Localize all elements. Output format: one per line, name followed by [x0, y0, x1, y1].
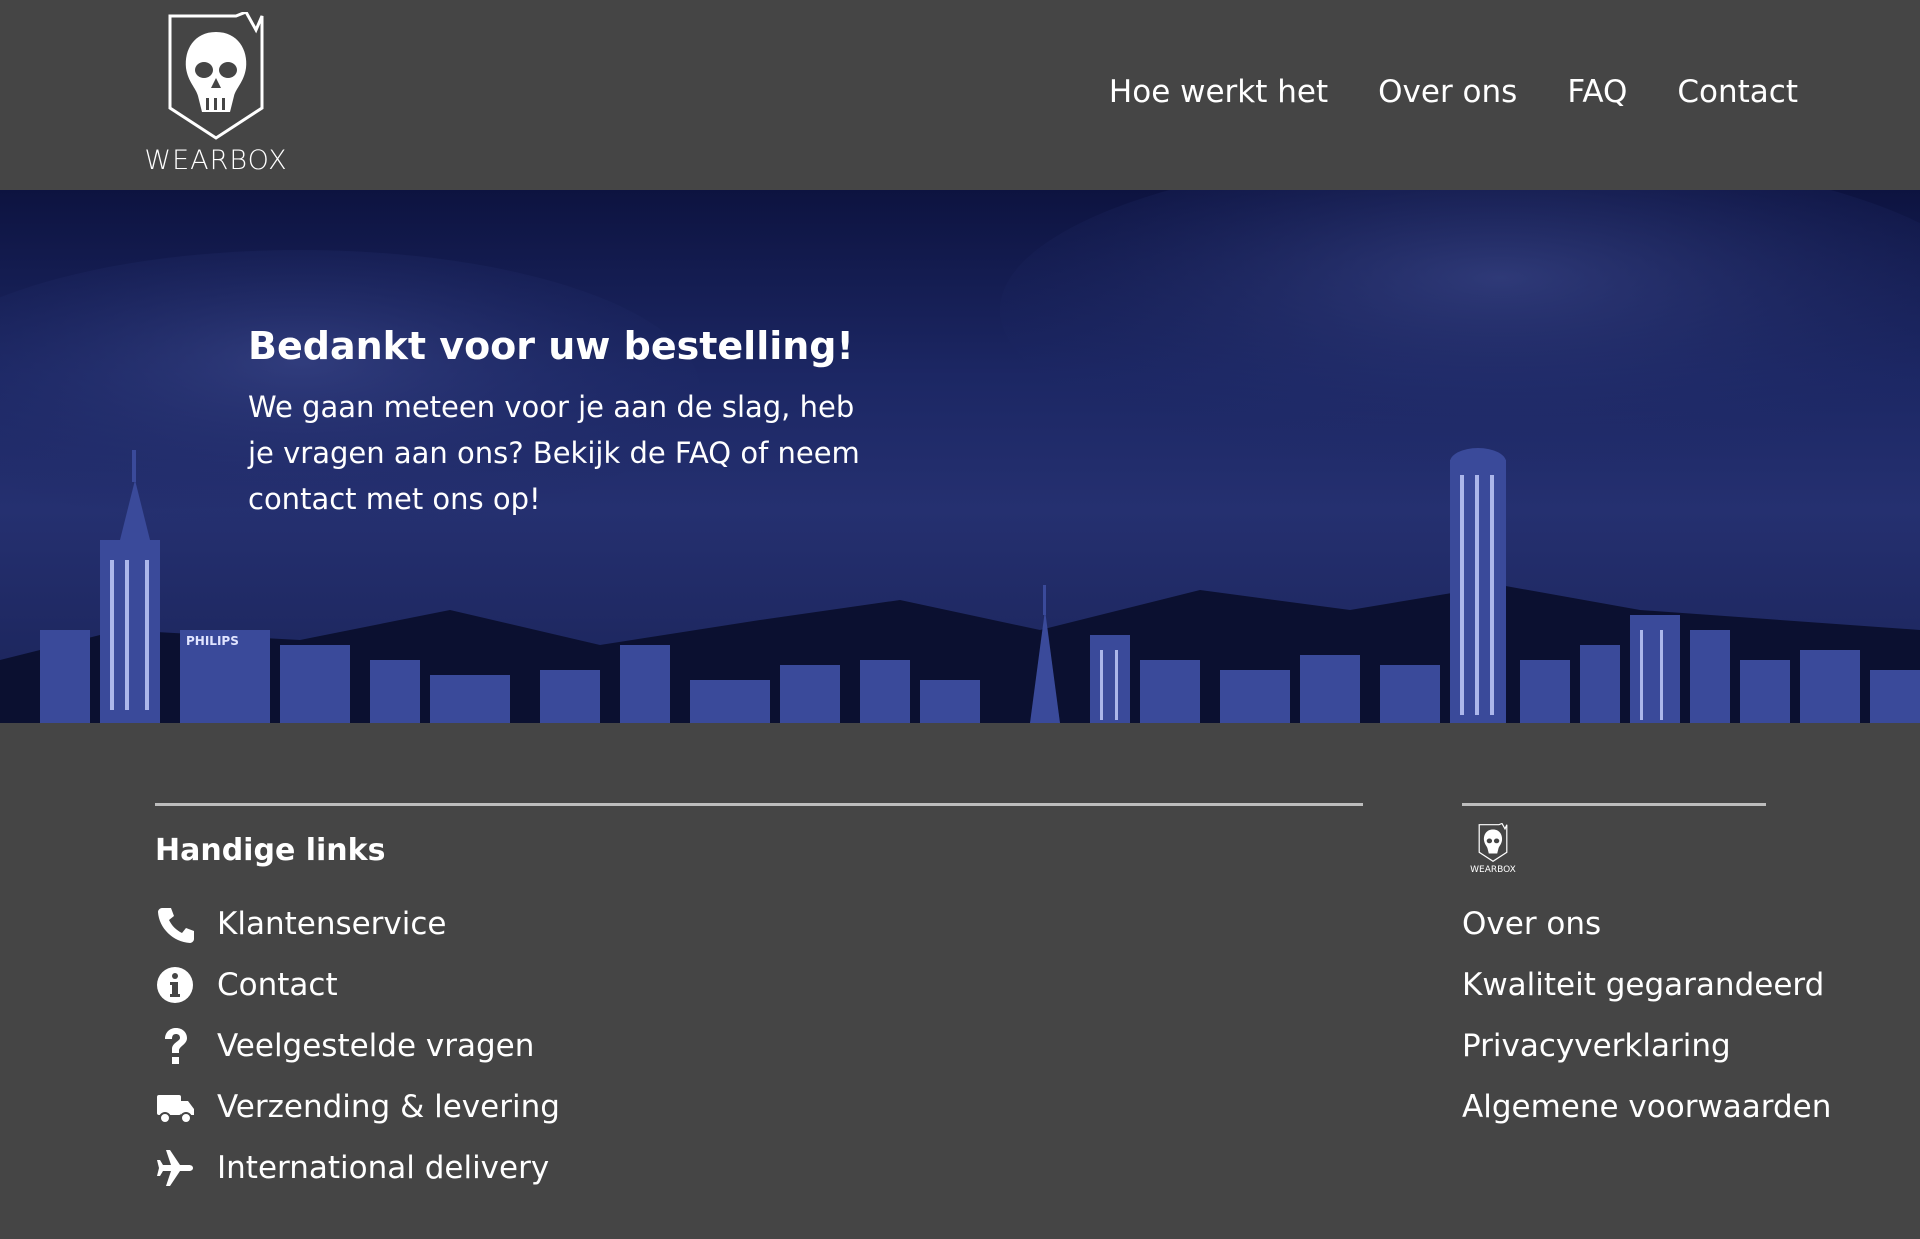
skull-shield-icon	[1478, 823, 1508, 863]
truck-icon	[155, 1087, 205, 1127]
footer-logo: WEARBOX	[1462, 823, 1524, 879]
list-item: International delivery	[155, 1137, 560, 1198]
list-item: Over ons	[1462, 893, 1831, 954]
handige-links-heading: Handige links	[155, 833, 386, 868]
nav-over-ons[interactable]: Over ons	[1378, 74, 1517, 110]
phone-icon	[155, 904, 205, 944]
link-privacyverklaring[interactable]: Privacyverklaring	[1462, 1028, 1731, 1064]
link-verzending-levering[interactable]: Verzending & levering	[217, 1089, 560, 1125]
brand-wordmark: WEARBOX	[144, 145, 288, 176]
footer-info-links: Over ons Kwaliteit gegarandeerd Privacyv…	[1462, 893, 1831, 1137]
hero-banner: PHILIPS Bedankt voor uw bestelling! We g…	[0, 190, 1920, 723]
link-klantenservice[interactable]: Klantenservice	[217, 906, 447, 942]
nav-contact[interactable]: Contact	[1677, 74, 1798, 110]
question-icon	[155, 1026, 205, 1066]
list-item: Algemene voorwaarden	[1462, 1076, 1831, 1137]
list-item: Klantenservice	[155, 893, 560, 954]
link-algemene-voorwaarden[interactable]: Algemene voorwaarden	[1462, 1089, 1831, 1125]
hero-body: We gaan meteen voor je aan de slag, heb …	[248, 390, 860, 516]
footer-divider-left	[155, 803, 1363, 806]
nav-hoe-werkt-het[interactable]: Hoe werkt het	[1109, 74, 1328, 110]
link-international-delivery[interactable]: International delivery	[217, 1150, 549, 1186]
skull-shield-icon	[168, 12, 264, 140]
link-veelgestelde-vragen[interactable]: Veelgestelde vragen	[217, 1028, 534, 1064]
list-item: Contact	[155, 954, 560, 1015]
link-kwaliteit-gegarandeerd[interactable]: Kwaliteit gegarandeerd	[1462, 967, 1824, 1003]
plane-icon	[155, 1148, 205, 1188]
info-icon	[155, 965, 205, 1005]
thank-you-message: Bedankt voor uw bestelling! We gaan mete…	[248, 324, 868, 522]
philips-sign: PHILIPS	[186, 634, 239, 648]
list-item: Privacyverklaring	[1462, 1015, 1831, 1076]
main-nav: Hoe werkt het Over ons FAQ Contact	[1109, 74, 1798, 110]
nav-faq[interactable]: FAQ	[1567, 74, 1627, 110]
site-footer: Handige links Klantenservice Contact Vee…	[0, 723, 1920, 1239]
footer-divider-right	[1462, 803, 1766, 806]
site-header: WEARBOX Hoe werkt het Over ons FAQ Conta…	[0, 0, 1920, 190]
list-item: Verzending & levering	[155, 1076, 560, 1137]
hero-title: Bedankt voor uw bestelling!	[248, 324, 854, 368]
list-item: Kwaliteit gegarandeerd	[1462, 954, 1831, 1015]
wearbox-logo[interactable]: WEARBOX	[128, 12, 304, 176]
link-over-ons[interactable]: Over ons	[1462, 906, 1601, 942]
list-item: Veelgestelde vragen	[155, 1015, 560, 1076]
link-contact[interactable]: Contact	[217, 967, 338, 1003]
handige-links-list: Klantenservice Contact Veelgestelde vrag…	[155, 893, 560, 1198]
footer-brand-wordmark: WEARBOX	[1470, 865, 1516, 875]
